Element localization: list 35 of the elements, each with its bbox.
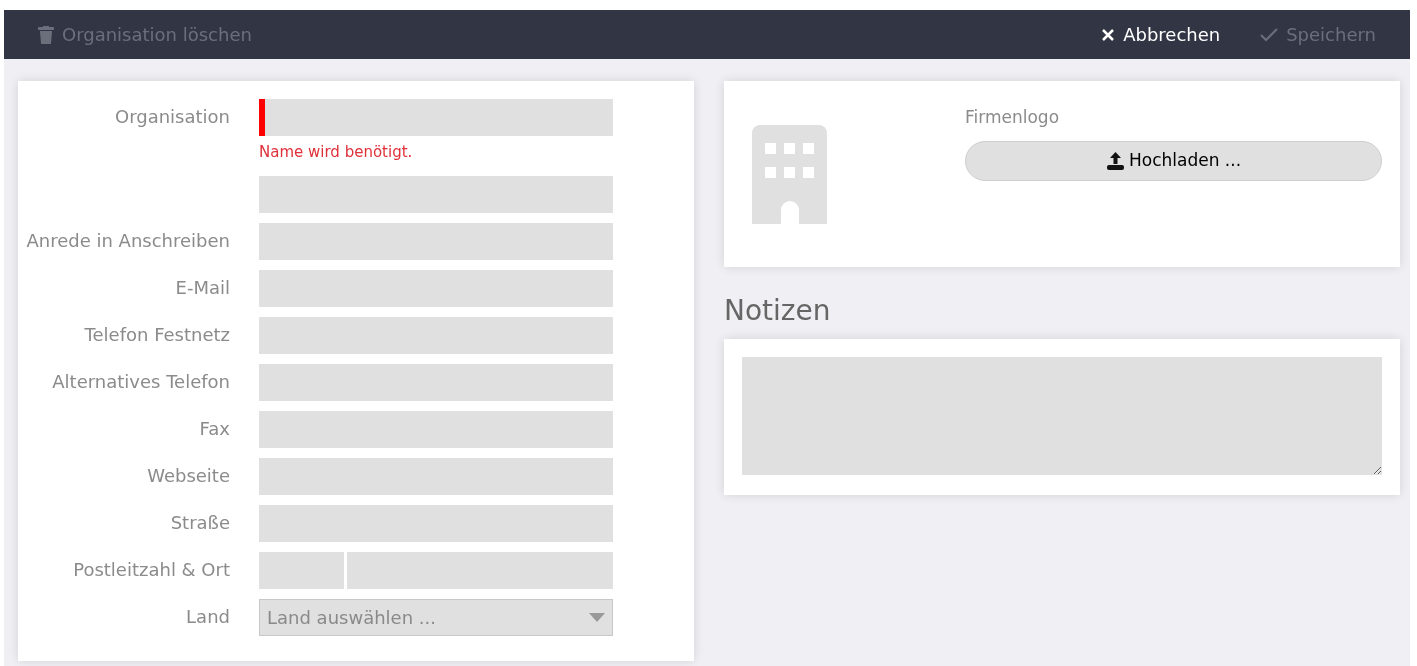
text-input-field[interactable] [259,410,613,448]
building-icon [752,125,827,224]
caret-icon [589,612,605,622]
text-input-field[interactable] [259,175,613,213]
field-label: Land [186,604,230,629]
field-label: Straße [170,510,230,535]
close-icon [1101,27,1116,42]
field-label: Organisation [115,105,230,129]
logo-label: Firmenlogo [965,106,1061,129]
text-input-field[interactable] [259,316,613,354]
text-input-field[interactable] [259,269,613,307]
field-label: Webseite [147,463,230,488]
postal-code-field[interactable] [259,551,344,589]
text-input-field[interactable] [259,457,613,495]
notes-heading: Notizen [724,293,832,329]
country-select[interactable]: Land auswählen ... [259,598,613,636]
text-input-field[interactable] [259,222,613,260]
city-field[interactable] [347,551,613,589]
select-placeholder: Land auswählen ... [267,605,436,630]
field-label: Telefon Festnetz [84,322,230,347]
notes-field[interactable] [742,357,1382,475]
text-input-field[interactable] [259,99,613,136]
field-label: Alternatives Telefon [52,369,230,394]
field-label: Anrede in Anschreiben [26,228,230,253]
field-label: E-Mail [175,275,230,300]
field-label: Fax [199,416,230,441]
cancel-button[interactable]: Abbrechen [1085,14,1237,55]
check-icon [1260,27,1279,42]
text-input-field[interactable] [259,504,613,542]
upload-icon [1105,151,1125,170]
text-input-field[interactable] [259,363,613,401]
error-message: Name wird benötigt. [259,142,414,163]
field-label: Postleitzahl & Ort [73,557,230,582]
upload-button[interactable]: Hochladen ... [965,140,1382,181]
trash-icon [38,25,54,44]
